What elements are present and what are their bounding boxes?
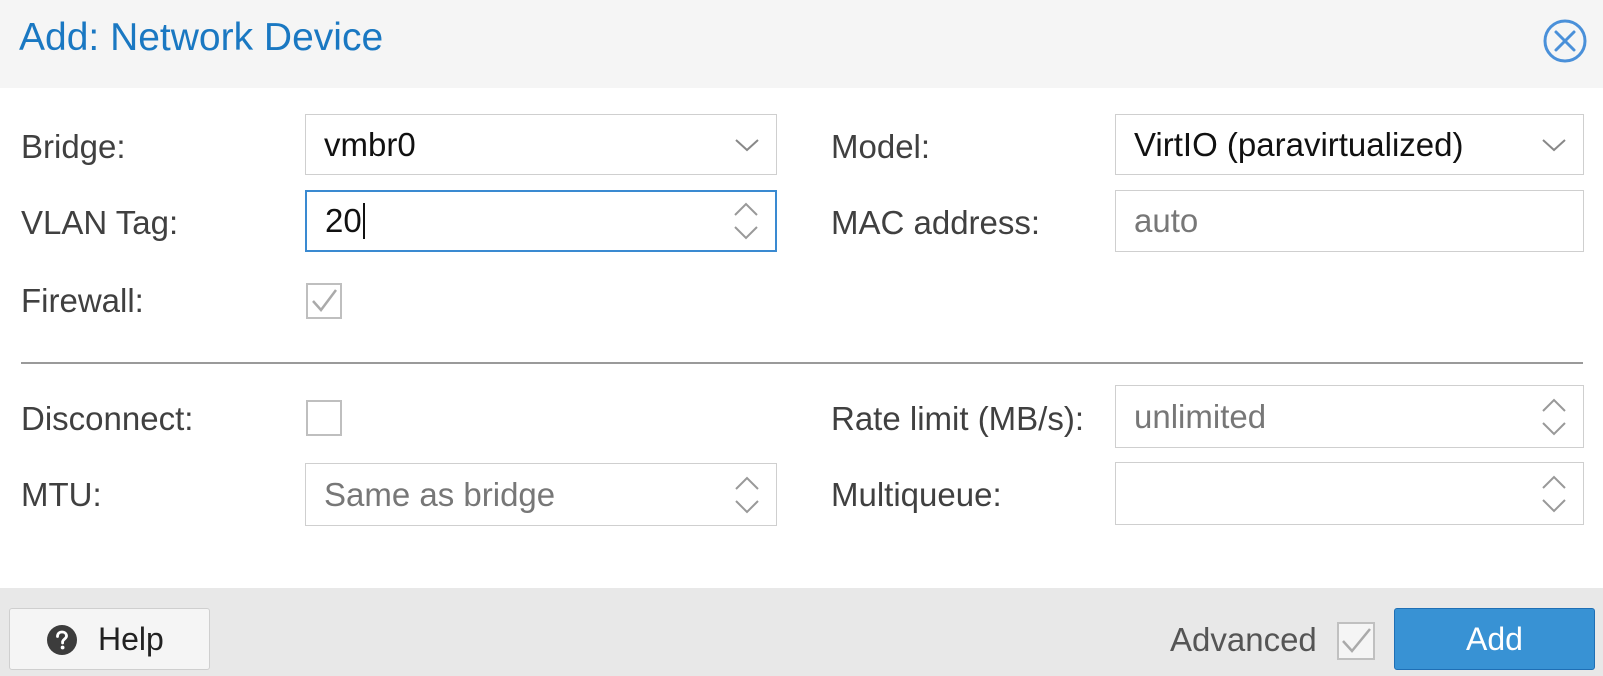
close-circle-icon [1543, 19, 1587, 63]
help-button-label: Help [98, 621, 164, 657]
chevron-down-icon [735, 138, 759, 151]
spinner-arrows-icon [734, 202, 758, 240]
model-value: VirtIO (paravirtualized) [1134, 125, 1464, 163]
advanced-checkbox[interactable] [1337, 622, 1375, 660]
bridge-label: Bridge: [21, 128, 126, 165]
advanced-section-divider [21, 362, 1583, 364]
add-button[interactable]: Add [1394, 608, 1595, 670]
vlan-tag-spinner[interactable] [729, 192, 763, 250]
bridge-dropdown-trigger[interactable] [730, 115, 764, 174]
mtu-placeholder: Same as bridge [324, 475, 556, 513]
text-caret [362, 203, 365, 239]
mtu-label: MTU: [21, 476, 102, 513]
spinner-arrows-icon [735, 476, 759, 513]
mac-address-placeholder: auto [1134, 202, 1199, 239]
mac-address-label: MAC address: [831, 204, 1041, 241]
rate-limit-spinner[interactable] [1537, 386, 1571, 447]
rate-limit-label: Rate limit (MB/s): [831, 400, 1085, 437]
rate-limit-input[interactable]: unlimited [1115, 385, 1584, 448]
disconnect-label: Disconnect: [21, 400, 194, 437]
close-button[interactable] [1542, 18, 1588, 64]
dialog-title: Add: Network Device [19, 16, 384, 59]
model-label: Model: [831, 128, 931, 165]
mtu-input[interactable]: Same as bridge [305, 463, 777, 526]
model-dropdown-trigger[interactable] [1537, 115, 1571, 174]
rate-limit-placeholder: unlimited [1134, 397, 1267, 435]
vlan-tag-label: VLAN Tag: [21, 204, 179, 241]
mac-address-input[interactable]: auto [1115, 190, 1584, 252]
spinner-arrows-icon [1542, 475, 1566, 512]
add-button-label: Add [1466, 620, 1523, 657]
vlan-tag-input[interactable]: 20 [305, 190, 777, 252]
disconnect-checkbox[interactable] [306, 400, 342, 436]
question-circle-icon [47, 625, 77, 655]
help-button[interactable]: Help [9, 608, 210, 670]
vlan-tag-value: 20 [325, 192, 365, 250]
advanced-label: Advanced [1170, 621, 1317, 658]
chevron-down-icon [1542, 138, 1566, 151]
vlan-tag-text: 20 [325, 202, 362, 239]
multiqueue-spinner[interactable] [1537, 463, 1571, 524]
mtu-spinner[interactable] [730, 464, 764, 525]
multiqueue-label: Multiqueue: [831, 476, 1002, 513]
firewall-label: Firewall: [21, 282, 144, 319]
dialog-header: Add: Network Device [0, 0, 1603, 88]
model-select[interactable]: VirtIO (paravirtualized) [1115, 114, 1584, 175]
firewall-checkbox[interactable] [306, 283, 342, 319]
bridge-select[interactable]: vmbr0 [305, 114, 777, 175]
multiqueue-input[interactable] [1115, 462, 1584, 525]
spinner-arrows-icon [1542, 398, 1566, 435]
checkmark-icon [1337, 622, 1375, 660]
checkmark-icon [312, 289, 337, 312]
bridge-value: vmbr0 [324, 125, 416, 163]
